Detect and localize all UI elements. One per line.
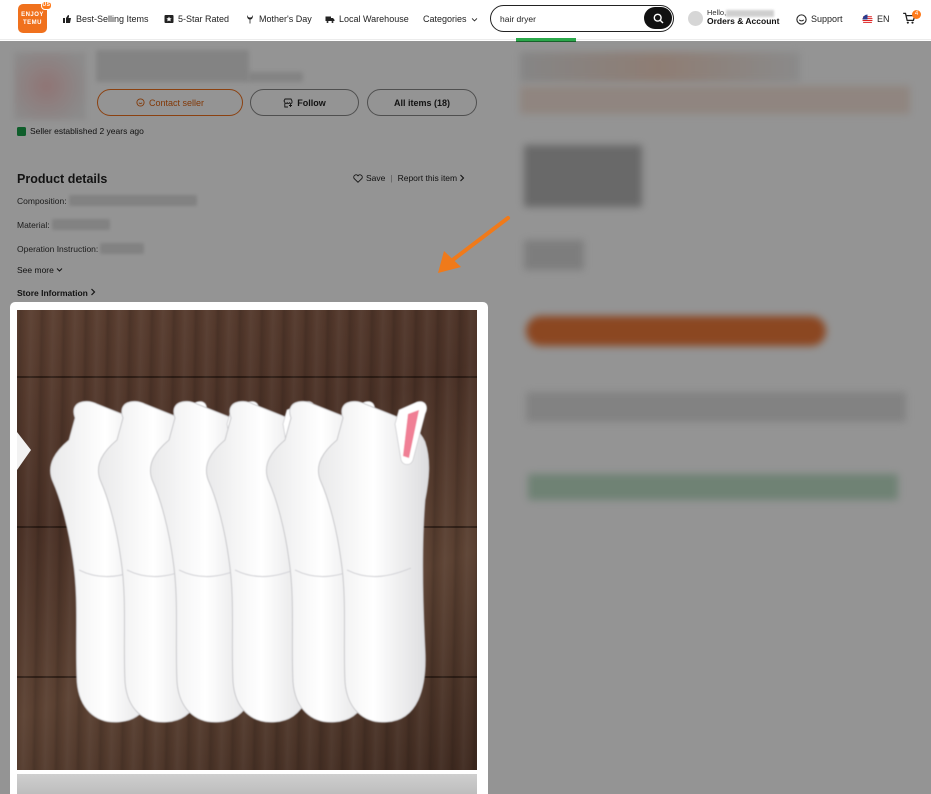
socks-illustration: [17, 400, 430, 723]
tulip-icon: [247, 15, 253, 24]
support-link[interactable]: Support: [796, 12, 843, 26]
chevron-down-icon: [471, 17, 477, 22]
nav-best-selling[interactable]: Best-Selling Items: [62, 12, 149, 26]
avatar: [688, 11, 703, 26]
chat-bubble-icon: [796, 13, 807, 25]
language-selector[interactable]: EN: [862, 12, 890, 26]
nav-label: Categories: [423, 14, 467, 24]
truck-icon: [325, 16, 335, 23]
nav-label: 5-Star Rated: [178, 14, 230, 24]
logo-text: ENJOY TEMU: [21, 12, 44, 26]
nav-categories[interactable]: Categories: [423, 12, 478, 26]
product-image-card: [10, 302, 488, 794]
search-bar: [490, 5, 674, 32]
star-badge-icon: [164, 15, 174, 23]
account-text: Hello, Orders & Account: [707, 8, 779, 26]
language-label: EN: [877, 14, 890, 24]
redacted-username: [726, 9, 775, 17]
support-label: Support: [811, 14, 843, 24]
nav-label: Local Warehouse: [339, 14, 409, 24]
nav-five-star[interactable]: 5-Star Rated: [164, 12, 229, 26]
search-button[interactable]: [644, 7, 672, 29]
nav-label: Best-Selling Items: [76, 14, 149, 24]
search-input[interactable]: [500, 12, 640, 25]
next-product-photo[interactable]: [17, 774, 477, 794]
us-flag-icon: [862, 14, 873, 24]
account-menu[interactable]: Hello, Orders & Account: [688, 8, 779, 26]
cart-count-badge: 4: [912, 10, 921, 19]
annotation-arrow-icon: [438, 216, 510, 273]
nav-mothers-day[interactable]: Mother's Day: [245, 12, 312, 26]
product-photo-socks[interactable]: [17, 310, 477, 770]
nav-label: Mother's Day: [259, 14, 312, 24]
thumbs-up-icon: [63, 15, 71, 23]
search-icon: [653, 13, 663, 23]
region-badge: US: [41, 1, 52, 10]
top-header: ENJOY TEMU US Best-Selling Items 5-Star …: [0, 0, 931, 40]
nav-local-warehouse[interactable]: Local Warehouse: [325, 12, 409, 26]
temu-logo[interactable]: ENJOY TEMU US: [18, 1, 52, 33]
orders-account-label: Orders & Account: [707, 16, 780, 26]
